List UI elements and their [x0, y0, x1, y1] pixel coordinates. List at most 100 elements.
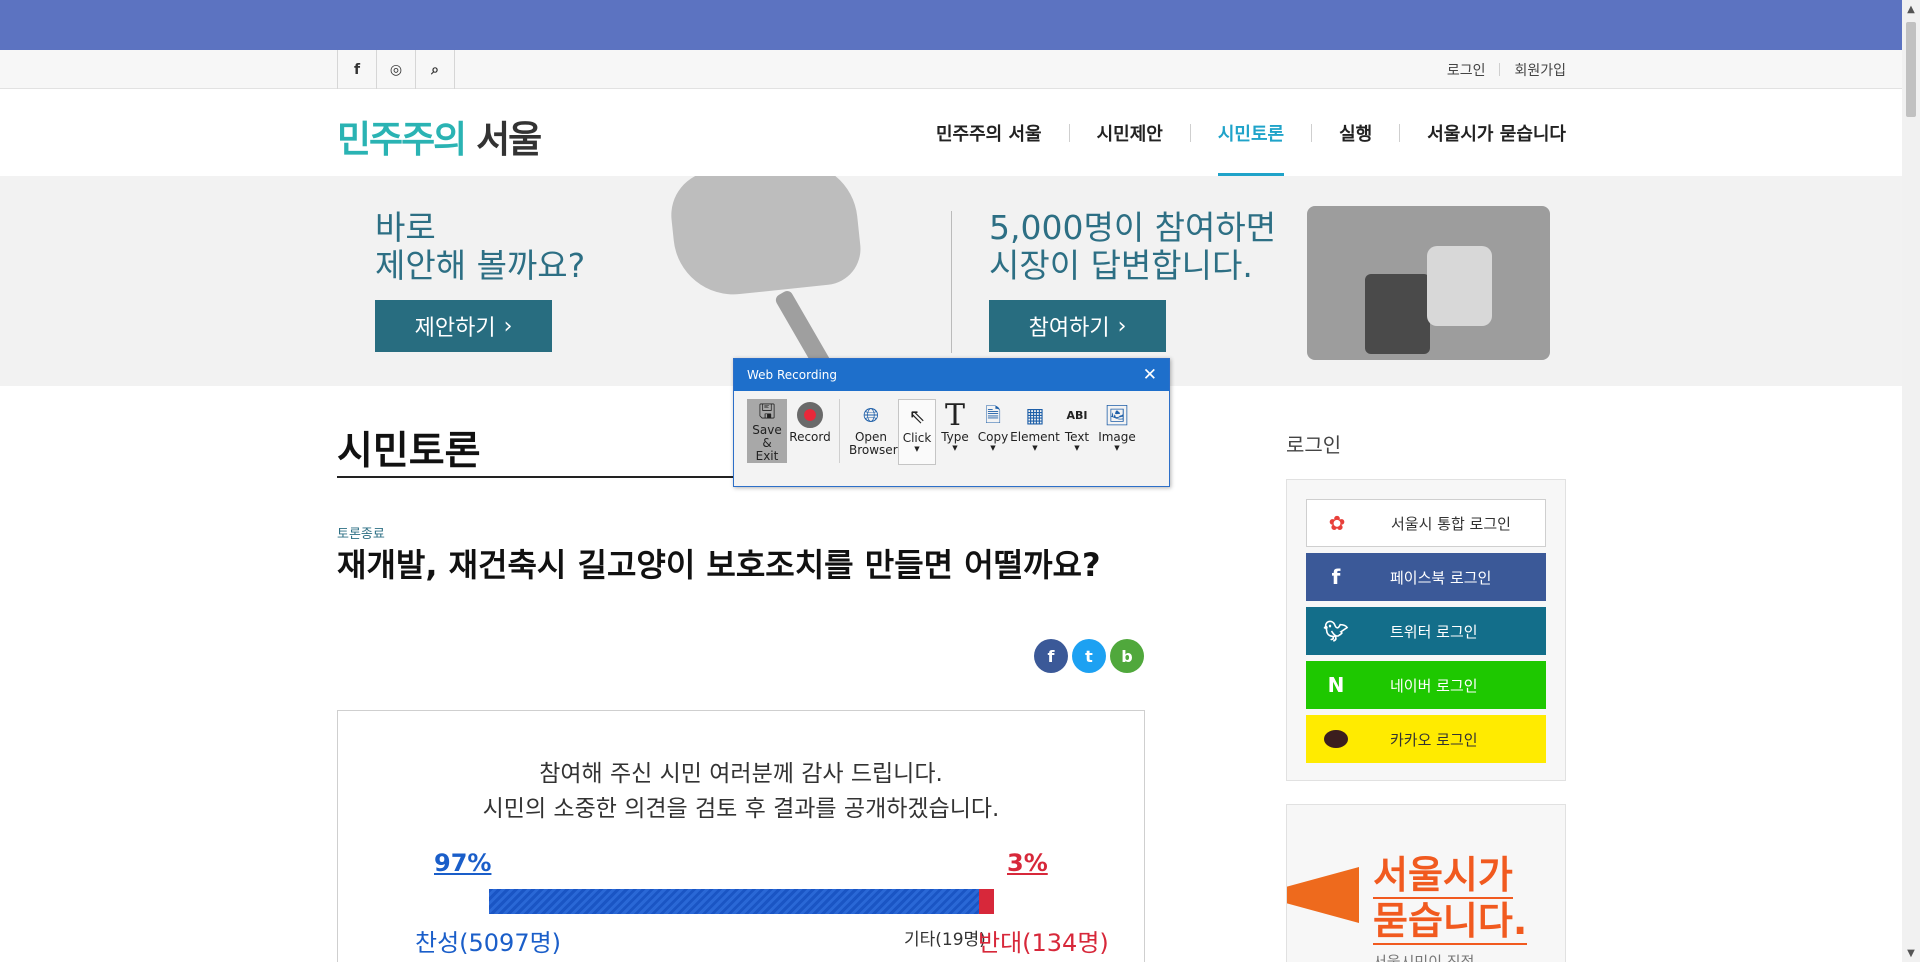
vote-result-box: 참여해 주신 시민 여러분께 감사 드립니다. 시민의 소중한 의견을 검토 후… [337, 710, 1145, 962]
floppy-disk-icon: 🖫 [758, 399, 776, 423]
debate-headline: 재개발, 재건축시 길고양이 보호조치를 만들면 어떨까요? [337, 546, 1101, 584]
element-grid-icon: ▦ [1025, 402, 1045, 427]
propose-button-label: 제안하기 [414, 316, 496, 341]
thumbs-up-box-image [1307, 206, 1550, 360]
search-icon[interactable]: ⌕ [416, 50, 455, 89]
twitter-icon: 🐦︎ [1323, 619, 1349, 643]
participate-button[interactable]: 참여하기 › [989, 300, 1166, 352]
facebook-icon: f [1331, 565, 1341, 589]
promo-line2: 묻습니다. [1373, 899, 1528, 945]
kakao-icon [1306, 730, 1366, 748]
record-label: Record [789, 430, 831, 444]
open-browser-button[interactable]: 🌐︎ Open Browser [846, 399, 898, 457]
chevron-down-icon: ▼ [1074, 444, 1080, 452]
nav-item-democracy-seoul[interactable]: 민주주의 서울 [936, 89, 1042, 176]
band-share-icon[interactable]: b [1110, 639, 1144, 673]
seoul-login-button[interactable]: ✿ 서울시 통합 로그인 [1306, 499, 1546, 547]
login-link[interactable]: 로그인 [1447, 60, 1486, 80]
share-buttons: f t b [1034, 639, 1144, 673]
recording-tools: 🖫 Save & Exit Record 🌐︎ Open Browser ⇖ C… [747, 399, 1138, 465]
vertical-scrollbar[interactable]: ▲ ▼ [1902, 0, 1920, 962]
nav-divider [1189, 123, 1191, 142]
page-title: 시민토론 [337, 429, 481, 474]
close-icon[interactable]: ✕ [1143, 365, 1157, 385]
chevron-down-icon: ▼ [990, 444, 996, 452]
chevron-right-icon: › [503, 313, 513, 339]
chevron-down-icon: ▼ [952, 444, 958, 452]
chevron-down-icon: ▼ [1114, 444, 1120, 452]
nav-divider [1399, 123, 1401, 142]
click-button[interactable]: ⇖ Click ▼ [898, 399, 936, 465]
promo-subtext: 서울시민이 직접 [1373, 953, 1475, 962]
for-count-label: 찬성(5097명) [415, 929, 562, 957]
hero-banner: 바로 제안해 볼까요? 제안하기 › 5,000명이 참여하면 시장이 답변합니… [0, 176, 1902, 386]
chevron-down-icon: ▼ [1032, 444, 1038, 452]
globe-icon: 🌐︎ [863, 402, 879, 427]
save-exit-button[interactable]: 🖫 Save & Exit [747, 399, 787, 463]
banner-right-text: 5,000명이 참여하면 시장이 답변합니다. [989, 209, 1276, 285]
site-header: 민주주의 서울 민주주의 서울 시민제안 시민토론 실행 서울시가 묻습니다 [0, 89, 1902, 176]
promo-text: 서울시가 묻습니다. [1373, 853, 1528, 945]
nav-item-seoul-asks[interactable]: 서울시가 묻습니다 [1427, 89, 1566, 176]
kakao-login-button[interactable]: 카카오 로그인 [1306, 715, 1546, 763]
cursor-arrow-icon: ⇖ [908, 403, 926, 428]
toolbar-divider [839, 399, 840, 463]
thanks-line2: 시민의 소중한 의견을 검토 후 결과를 공개하겠습니다. [482, 796, 1000, 822]
twitter-share-icon[interactable]: t [1072, 639, 1106, 673]
scroll-up-arrow-icon[interactable]: ▲ [1902, 0, 1920, 18]
image-picture-icon: 🖼︎ [1104, 402, 1130, 427]
thumbs-up-icon [1427, 246, 1492, 326]
copy-document-icon: 🗎︎ [984, 402, 1002, 427]
banner-left-text: 바로 제안해 볼까요? [375, 209, 585, 285]
signup-link[interactable]: 회원가입 [1514, 60, 1566, 80]
site-logo[interactable]: 민주주의 서울 [337, 109, 542, 163]
banner-divider [951, 211, 952, 353]
save-exit-label: Save & Exit [752, 423, 782, 463]
facebook-login-button[interactable]: f 페이스북 로그인 [1306, 553, 1546, 601]
logo-text-b: 서울 [476, 118, 542, 161]
copy-label: Copy [977, 430, 1009, 444]
copy-button[interactable]: 🗎︎ Copy ▼ [974, 399, 1012, 453]
scroll-down-arrow-icon[interactable]: ▼ [1902, 944, 1920, 962]
image-button[interactable]: 🖼︎ Image ▼ [1096, 399, 1138, 453]
instagram-icon[interactable]: ◎ [377, 50, 416, 89]
box-shadow-shape [1365, 274, 1430, 354]
nav-item-citizen-proposal[interactable]: 시민제안 [1097, 89, 1163, 176]
record-button[interactable]: Record [787, 399, 833, 444]
account-links: 로그인 회원가입 [1447, 50, 1566, 89]
element-label: Element [1010, 430, 1060, 444]
for-percentage: 97% [434, 849, 492, 877]
banner-left-line1: 바로 [375, 208, 436, 247]
text-button[interactable]: ABI Text ▼ [1058, 399, 1096, 453]
participate-button-label: 참여하기 [1028, 316, 1110, 341]
other-count-label: 기타(19명) [904, 930, 986, 950]
facebook-share-icon[interactable]: f [1034, 639, 1068, 673]
nav-item-execution[interactable]: 실행 [1339, 89, 1372, 176]
nav-item-citizen-debate[interactable]: 시민토론 [1217, 89, 1285, 176]
image-label: Image [1098, 430, 1136, 444]
type-button[interactable]: T Type ▼ [936, 399, 974, 452]
element-button[interactable]: ▦ Element ▼ [1010, 399, 1060, 453]
sidebar-login-title: 로그인 [1286, 433, 1342, 457]
web-recording-titlebar[interactable]: Web Recording ✕ [734, 359, 1169, 391]
seoul-login-label: 서울시 통합 로그인 [1391, 514, 1511, 533]
facebook-icon[interactable]: f [338, 50, 377, 89]
twitter-login-button[interactable]: 🐦︎ 트위터 로그인 [1306, 607, 1546, 655]
facebook-login-label: 페이스북 로그인 [1390, 568, 1492, 587]
megaphone-icon [1287, 867, 1359, 923]
promo-line1: 서울시가 [1373, 853, 1513, 899]
chevron-right-icon: › [1117, 313, 1127, 339]
seoul-asks-promo[interactable]: 서울시가 묻습니다. 서울시민이 직접 [1286, 804, 1566, 962]
against-count-label: 반대(134명) [978, 929, 1109, 957]
thanks-line1: 참여해 주신 시민 여러분께 감사 드립니다. [539, 761, 943, 787]
banner-right-line2: 시장이 답변합니다. [989, 246, 1253, 285]
propose-button[interactable]: 제안하기 › [375, 300, 552, 352]
scroll-thumb[interactable] [1906, 22, 1916, 117]
naver-icon: N [1327, 673, 1345, 697]
login-panel: ✿ 서울시 통합 로그인 f 페이스북 로그인 🐦︎ 트위터 로그인 N 네이버… [1286, 479, 1566, 781]
naver-login-button[interactable]: N 네이버 로그인 [1306, 661, 1546, 709]
type-label: Type [941, 430, 969, 444]
text-label: Text [1064, 430, 1090, 444]
banner-right-line1: 5,000명이 참여하면 [989, 208, 1277, 247]
click-label: Click [902, 431, 932, 445]
